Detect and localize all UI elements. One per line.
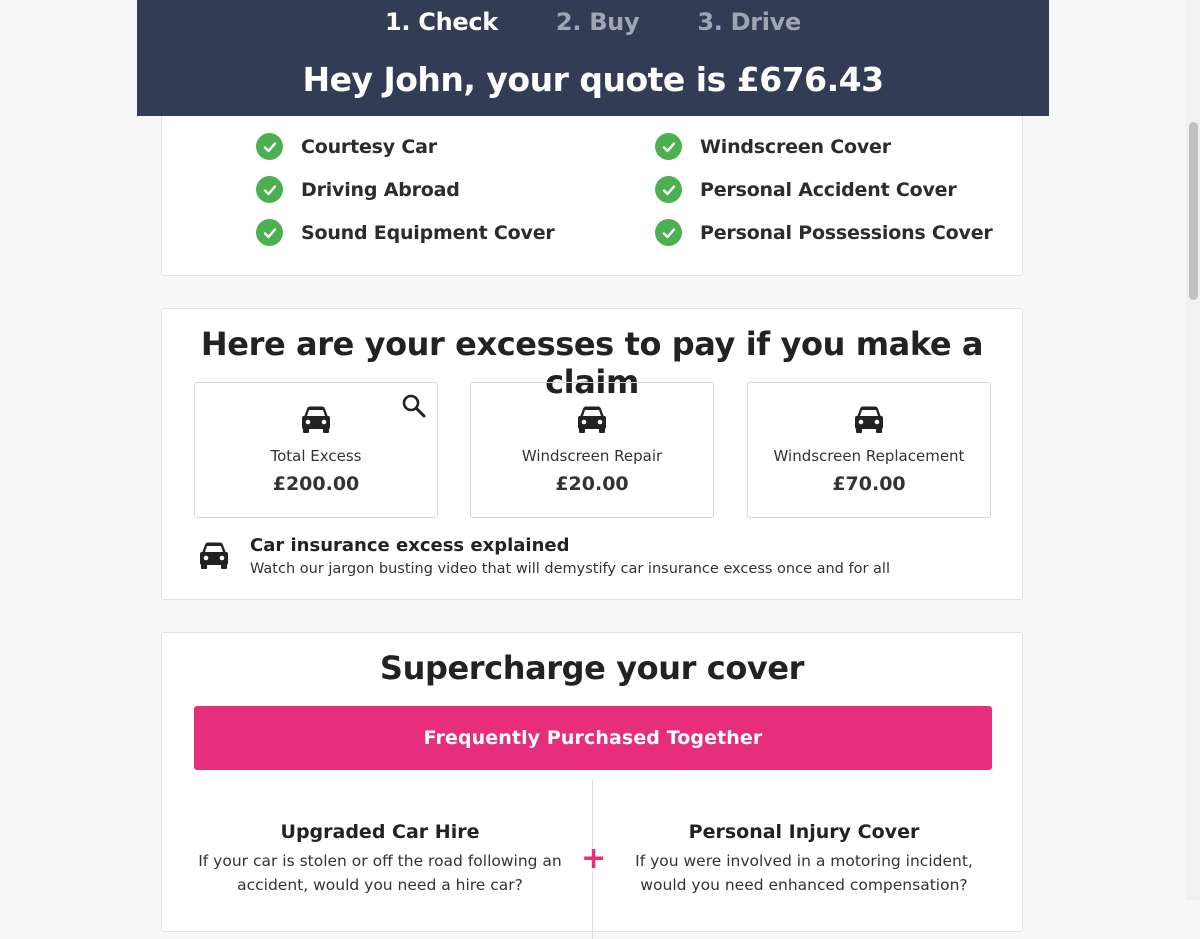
explainer-title: Car insurance excess explained	[250, 535, 570, 556]
check-circle-icon	[256, 219, 283, 246]
excess-value: £20.00	[555, 473, 629, 495]
feature-label: Courtesy Car	[301, 135, 437, 158]
plus-icon: +	[581, 841, 607, 876]
check-circle-icon	[256, 176, 283, 203]
excess-label: Windscreen Replacement	[773, 447, 965, 465]
excess-label: Total Excess	[270, 447, 362, 465]
addon-upgraded-car-hire[interactable]: Upgraded Car Hire If your car is stolen …	[190, 821, 570, 897]
excess-windscreen-replacement-box[interactable]: Windscreen Replacement £70.00	[747, 382, 991, 518]
addon-description: If you were involved in a motoring incid…	[635, 852, 973, 894]
excess-windscreen-repair-box[interactable]: Windscreen Repair £20.00	[470, 382, 714, 518]
addon-title: Upgraded Car Hire	[280, 821, 480, 843]
feature-label: Windscreen Cover	[700, 135, 891, 158]
feature-item: Personal Accident Cover	[655, 176, 957, 203]
car-icon	[300, 405, 332, 439]
feature-item: Courtesy Car	[256, 133, 437, 160]
explainer-description: Watch our jargon busting video that will…	[250, 561, 890, 577]
feature-label: Sound Equipment Cover	[301, 221, 555, 244]
excess-value: £70.00	[832, 473, 906, 495]
excess-explainer-link[interactable]: Car insurance excess explained Watch our…	[198, 535, 998, 585]
car-icon	[576, 405, 608, 439]
quote-header: 1. Check 2. Buy 3. Drive Hey John, your …	[137, 0, 1049, 116]
search-icon[interactable]	[401, 393, 427, 419]
check-circle-icon	[655, 133, 682, 160]
feature-label: Personal Possessions Cover	[700, 221, 993, 244]
step-buy[interactable]: 2. Buy	[556, 8, 640, 36]
check-circle-icon	[655, 219, 682, 246]
excess-label: Windscreen Repair	[521, 447, 663, 465]
car-icon	[853, 405, 885, 439]
feature-label: Driving Abroad	[301, 178, 460, 201]
addon-personal-injury-cover[interactable]: Personal Injury Cover If you were involv…	[614, 821, 994, 897]
frequently-purchased-button[interactable]: Frequently Purchased Together	[194, 706, 992, 770]
scrollbar-thumb[interactable]	[1189, 122, 1198, 300]
excess-total-box[interactable]: Total Excess £200.00	[194, 382, 438, 518]
addon-description: If your car is stolen or off the road fo…	[198, 852, 562, 894]
check-circle-icon	[655, 176, 682, 203]
page-scrollbar[interactable]	[1186, 0, 1200, 900]
addon-title: Personal Injury Cover	[688, 821, 920, 843]
feature-item: Driving Abroad	[256, 176, 460, 203]
excess-value: £200.00	[272, 473, 360, 495]
car-icon	[198, 541, 230, 575]
included-features-card: Courtesy Car Driving Abroad Sound Equipm…	[161, 100, 1023, 276]
step-drive[interactable]: 3. Drive	[697, 8, 801, 36]
supercharge-title: Supercharge your cover	[379, 649, 805, 687]
feature-item: Windscreen Cover	[655, 133, 891, 160]
quote-title: Hey John, your quote is £676.43	[302, 60, 884, 99]
step-check[interactable]: 1. Check	[385, 8, 498, 36]
feature-item: Sound Equipment Cover	[256, 219, 555, 246]
excesses-card: Here are your excesses to pay if you mak…	[161, 308, 1023, 600]
supercharge-card: Supercharge your cover Frequently Purcha…	[161, 632, 1023, 939]
progress-steps: 1. Check 2. Buy 3. Drive	[137, 8, 1049, 36]
check-circle-icon	[256, 133, 283, 160]
feature-label: Personal Accident Cover	[700, 178, 957, 201]
feature-item: Personal Possessions Cover	[655, 219, 993, 246]
